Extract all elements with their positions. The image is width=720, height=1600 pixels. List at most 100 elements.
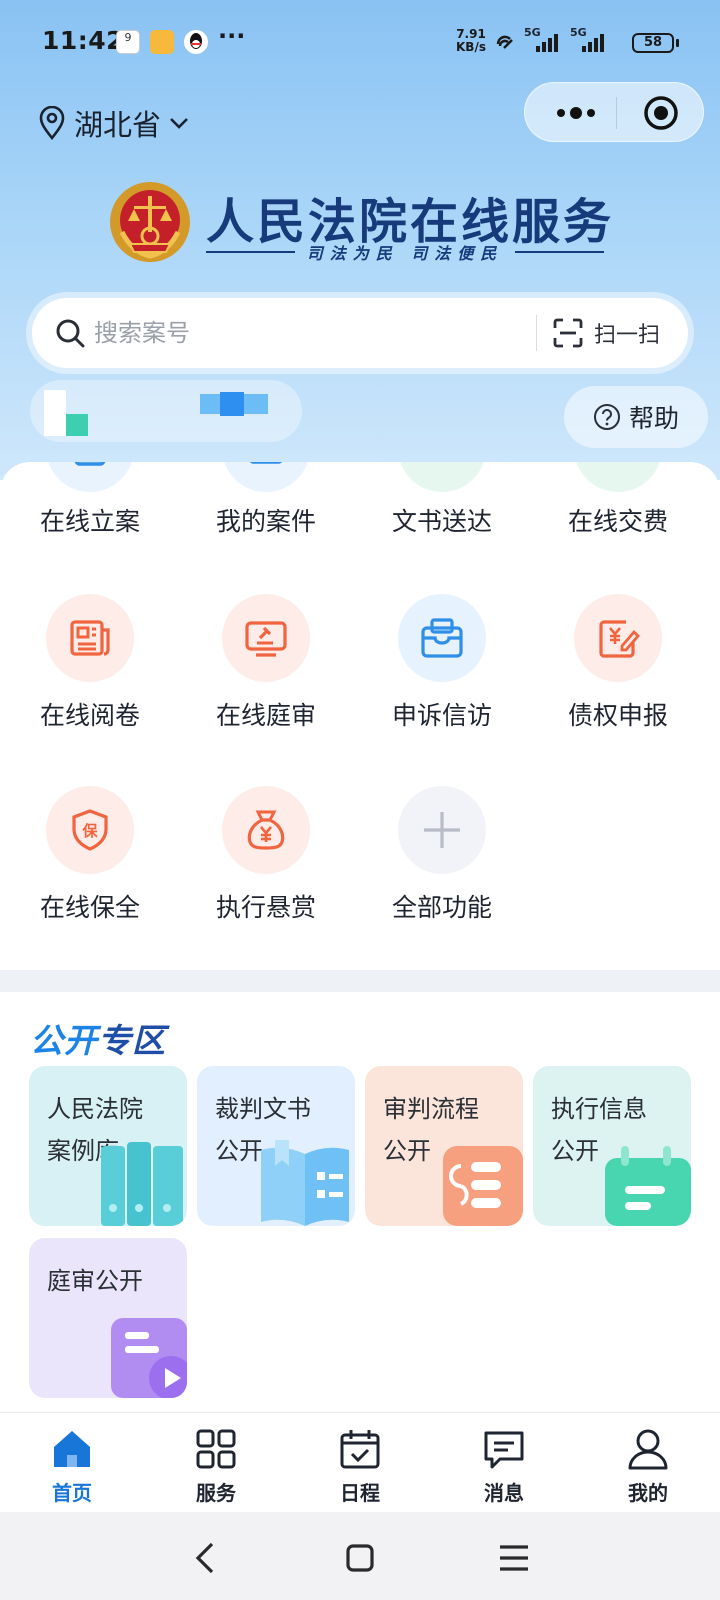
- qq-notification-icon: [184, 30, 208, 54]
- service-label: 我的案件: [215, 507, 316, 536]
- app-slogan: 司法为民 司法便民: [206, 240, 605, 264]
- tab-messages[interactable]: 消息: [454, 1427, 554, 1506]
- slogan-line-left: [206, 251, 295, 253]
- user-name-redacted: [200, 392, 268, 416]
- scan-label: 扫一扫: [594, 323, 661, 348]
- court-emblem-icon: [110, 182, 190, 262]
- section-divider: [0, 970, 720, 992]
- user-icon: [628, 1429, 668, 1470]
- avatar: [44, 390, 88, 436]
- tab-schedule[interactable]: 日程: [310, 1427, 410, 1506]
- home-icon: [54, 1431, 90, 1467]
- service-claim-declaration[interactable]: 债权申报: [528, 594, 708, 734]
- notes-notification-icon: [150, 30, 174, 54]
- message-icon: [484, 1431, 524, 1469]
- public-zone-title-part2: 专区: [98, 1021, 166, 1060]
- calendar-notification-icon: 9: [116, 30, 140, 54]
- flow-icon: [443, 1146, 523, 1226]
- tab-label: 我的: [628, 1481, 668, 1505]
- service-label: 在线立案: [39, 507, 140, 536]
- more-notifications-icon: ···: [218, 22, 246, 50]
- search-bar: 扫一扫: [32, 298, 688, 368]
- tile-line1: 执行信息: [551, 1095, 647, 1123]
- service-online-trial[interactable]: 在线庭审: [176, 594, 356, 734]
- folder-icon: [222, 462, 310, 492]
- tab-label: 日程: [340, 1481, 380, 1505]
- tile-line1: 审判流程: [383, 1095, 479, 1123]
- service-label: 在线交费: [567, 507, 668, 536]
- status-time: 11:42: [42, 26, 125, 55]
- tile-judgment-documents[interactable]: 裁判文书 公开: [197, 1066, 355, 1226]
- public-zone-title: 公开专区: [30, 1014, 166, 1062]
- grid-icon: [196, 1429, 236, 1469]
- tile-execution-info[interactable]: 执行信息 公开: [533, 1066, 691, 1226]
- service-online-filing[interactable]: 在线立案: [0, 462, 180, 552]
- recents-menu-icon[interactable]: [494, 1538, 534, 1578]
- services-card: 在线立案 我的案件 文书送达 在线交费 在线阅卷 在线庭审 申诉信访 债权申报 …: [0, 462, 720, 970]
- calendar-check-icon: [340, 1430, 380, 1469]
- document-check-icon: [398, 462, 486, 492]
- tile-line1: 人民法院: [47, 1095, 143, 1123]
- service-label: 在线保全: [39, 893, 140, 922]
- tile-line1: 庭审公开: [47, 1267, 143, 1295]
- tab-profile[interactable]: 我的: [598, 1427, 698, 1506]
- tab-label: 服务: [196, 1481, 236, 1505]
- tile-trial-broadcast[interactable]: 庭审公开: [29, 1238, 187, 1398]
- location-label: 湖北省: [74, 108, 162, 142]
- signal-group: 5G 5G: [494, 26, 624, 62]
- service-label: 债权申报: [567, 701, 668, 730]
- service-online-file-review[interactable]: 在线阅卷: [0, 594, 180, 734]
- service-label: 申诉信访: [391, 701, 492, 730]
- mailbox-icon: [398, 594, 486, 682]
- net-speed: 7.91 KB/s: [456, 28, 486, 54]
- service-label: 文书送达: [391, 507, 492, 536]
- signal-label-1: 5G: [524, 26, 541, 39]
- search-icon: [56, 319, 85, 348]
- public-zone-title-part1: 公开: [30, 1021, 98, 1060]
- signal-icon: [496, 34, 604, 52]
- payment-icon: [574, 462, 662, 492]
- miniprogram-capsule: [524, 82, 704, 142]
- service-document-delivery[interactable]: 文书送达: [352, 462, 532, 552]
- close-miniprogram-icon[interactable]: [641, 93, 681, 133]
- service-label: 在线庭审: [215, 701, 316, 730]
- capsule-divider: [616, 97, 617, 129]
- tile-case-library[interactable]: 人民法院 案例库: [29, 1066, 187, 1226]
- case-number-search-input[interactable]: [94, 310, 534, 356]
- search-divider: [536, 315, 537, 351]
- home-square-icon[interactable]: [340, 1538, 380, 1578]
- open-book-icon: [261, 1140, 349, 1226]
- tile-trial-process[interactable]: 审判流程 公开: [365, 1066, 523, 1226]
- net-speed-unit: KB/s: [456, 40, 486, 54]
- service-online-payment[interactable]: 在线交费: [528, 462, 708, 552]
- scan-icon: [553, 318, 583, 348]
- service-online-preservation[interactable]: 保 在线保全: [0, 786, 180, 926]
- plus-icon: [398, 786, 486, 874]
- more-menu-icon[interactable]: [549, 97, 603, 129]
- service-my-cases[interactable]: 我的案件: [176, 462, 356, 552]
- video-icon: [111, 1318, 187, 1398]
- location-pin-icon: [39, 106, 65, 140]
- service-petition[interactable]: 申诉信访: [352, 594, 532, 734]
- slogan-line-right: [515, 251, 605, 253]
- binders-icon: [101, 1142, 183, 1226]
- help-label: 帮助: [628, 404, 679, 433]
- tab-home[interactable]: 首页: [22, 1427, 122, 1506]
- shield-icon: 保: [46, 786, 134, 874]
- file-case-icon: [46, 462, 134, 492]
- user-profile-chip[interactable]: [30, 380, 302, 442]
- tab-services[interactable]: 服务: [166, 1427, 266, 1506]
- service-label: 执行悬赏: [215, 893, 316, 922]
- status-bar: 11:42 9 ··· 7.91 KB/s 5G 5G 58: [0, 0, 720, 84]
- back-icon[interactable]: [186, 1538, 226, 1578]
- service-execution-reward[interactable]: 执行悬赏: [176, 786, 356, 926]
- gavel-monitor-icon: [222, 594, 310, 682]
- system-navigation-bar: [0, 1512, 720, 1600]
- scan-button[interactable]: 扫一扫: [552, 312, 660, 354]
- chevron-down-icon: [170, 118, 188, 129]
- tile-line1: 裁判文书: [215, 1095, 311, 1123]
- newspaper-icon: [46, 594, 134, 682]
- location-selector[interactable]: 湖北省: [38, 102, 191, 144]
- service-all-functions[interactable]: 全部功能: [352, 786, 532, 926]
- help-button[interactable]: 帮助: [564, 386, 708, 448]
